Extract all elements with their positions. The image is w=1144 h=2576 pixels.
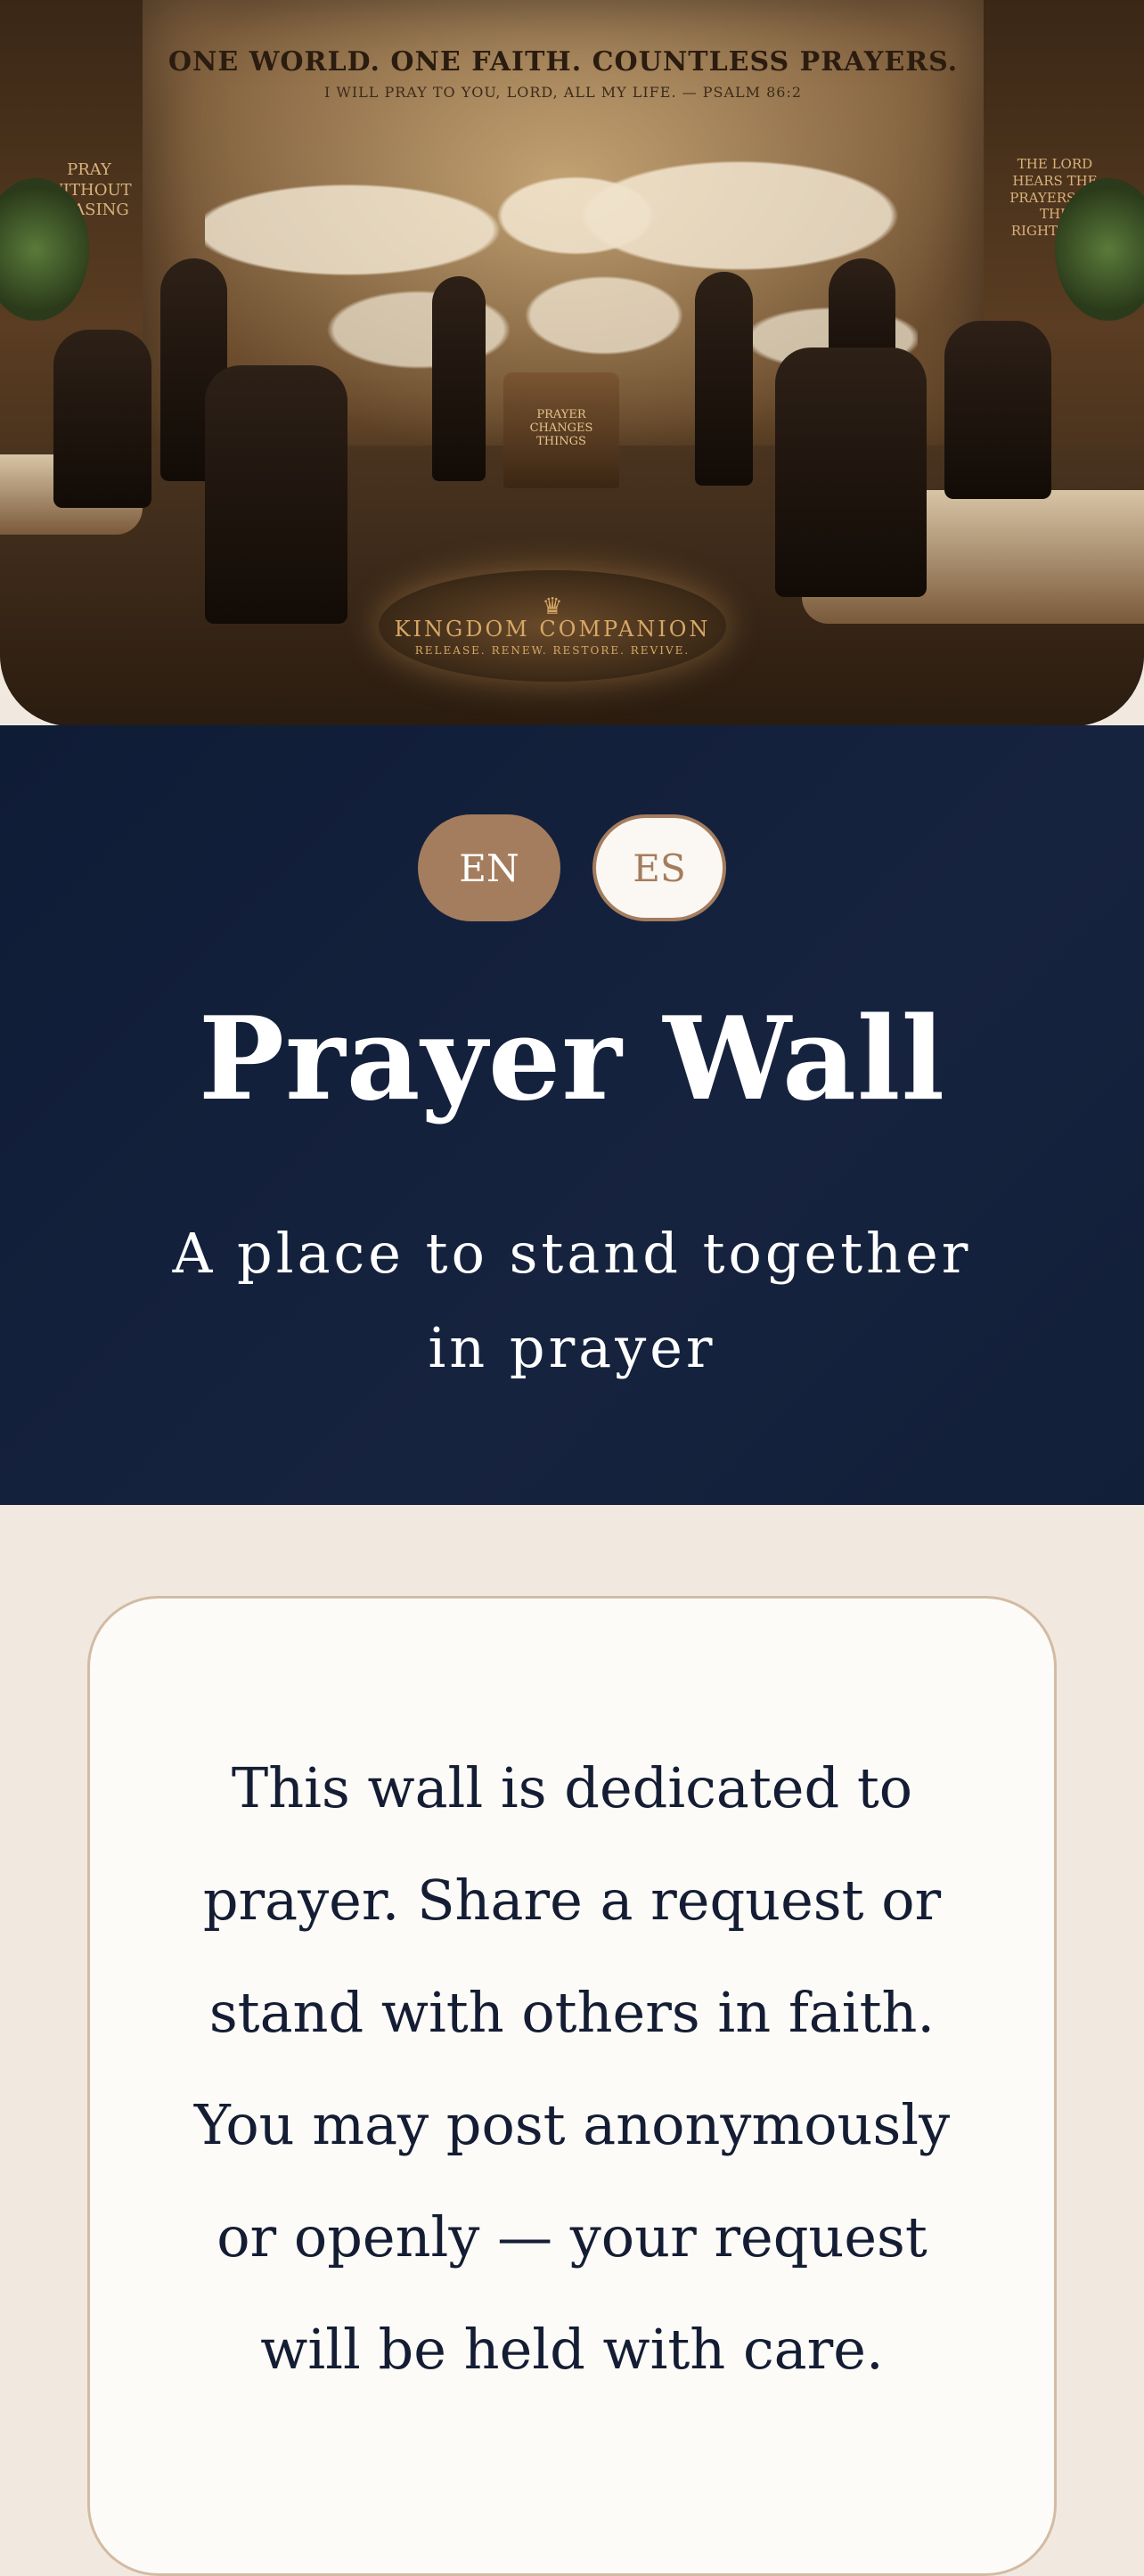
crown-icon: ♛ bbox=[542, 593, 563, 620]
person-figure bbox=[53, 330, 151, 508]
person-figure bbox=[775, 348, 927, 597]
hero-image: ONE WORLD. ONE FAITH. COUNTLESS PRAYERS.… bbox=[0, 0, 1144, 726]
mural-verse: I WILL PRAY TO YOU, LORD, ALL MY LIFE. —… bbox=[323, 84, 803, 101]
page-subtitle: A place to stand together in prayer bbox=[172, 1221, 972, 1380]
language-toggle: EN ES bbox=[0, 814, 1144, 921]
person-figure bbox=[944, 321, 1051, 499]
person-figure bbox=[695, 272, 753, 486]
intro-text: This wall is dedicated to prayer. Share … bbox=[193, 1755, 951, 2382]
intro-card: This wall is dedicated to prayer. Share … bbox=[87, 1596, 1057, 2576]
main-content: This wall is dedicated to prayer. Share … bbox=[0, 1505, 1144, 2576]
person-figure bbox=[205, 365, 347, 624]
emblem-brand: KINGDOM COMPANION bbox=[394, 617, 711, 642]
pedestal: PRAYER CHANGES THINGS bbox=[503, 372, 619, 488]
header-band: EN ES Prayer Wall A place to stand toget… bbox=[0, 725, 1144, 1505]
mural-title: ONE WORLD. ONE FAITH. COUNTLESS PRAYERS. bbox=[168, 46, 959, 78]
page-title: Prayer Wall bbox=[198, 993, 946, 1126]
language-en-button[interactable]: EN bbox=[418, 814, 560, 921]
kingdom-companion-emblem: ♛ KINGDOM COMPANION RELEASE. RENEW. REST… bbox=[379, 570, 726, 682]
language-es-button[interactable]: ES bbox=[592, 814, 726, 921]
emblem-motto: RELEASE. RENEW. RESTORE. REVIVE. bbox=[414, 644, 690, 658]
person-figure bbox=[432, 276, 486, 481]
